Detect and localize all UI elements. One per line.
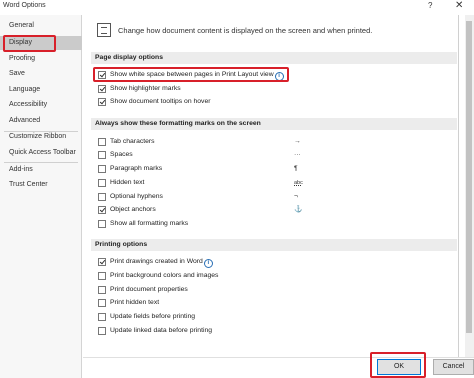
option-label: Print drawings created in Word [110, 258, 203, 265]
checkbox[interactable] [98, 220, 106, 228]
option-label: Update fields before printing [110, 313, 196, 320]
sidebar-item-quick-access-toolbar[interactable]: Quick Access Toolbar [0, 146, 82, 160]
sidebar-item-language[interactable]: Language [0, 83, 82, 97]
scrollbar-thumb[interactable] [466, 21, 472, 333]
sidebar-item-proofing[interactable]: Proofing [0, 52, 82, 66]
panel-divider [458, 15, 459, 357]
close-button[interactable]: ✕ [455, 0, 463, 11]
sidebar-item-save[interactable]: Save [0, 67, 82, 81]
option-label: Hidden text [110, 179, 145, 186]
sidebar-item-general[interactable]: General [0, 19, 82, 33]
checkbox[interactable] [98, 258, 106, 266]
option-label: Spaces [110, 151, 133, 158]
sidebar: General Display Proofing Save Language A… [0, 15, 82, 378]
checkbox[interactable] [98, 327, 106, 335]
sidebar-item-trust-center[interactable]: Trust Center [0, 178, 82, 192]
option-label: Update linked data before printing [110, 327, 213, 334]
option-label: Tab characters [110, 138, 155, 145]
ok-highlight-box [370, 352, 426, 378]
checkbox[interactable] [98, 179, 106, 187]
display-highlight-box [3, 35, 56, 52]
sidebar-item-customize-ribbon[interactable]: Customize Ribbon [0, 130, 82, 144]
checkbox[interactable] [98, 286, 106, 294]
checkbox[interactable] [98, 151, 106, 159]
page-description: Change how document content is displayed… [118, 26, 373, 35]
checkbox[interactable] [98, 98, 106, 106]
option-label: Show highlighter marks [110, 85, 181, 92]
checkbox[interactable] [98, 138, 106, 146]
sidebar-item-add-ins[interactable]: Add-ins [0, 163, 82, 177]
sidebar-item-advanced[interactable]: Advanced [0, 114, 82, 128]
checkbox[interactable] [98, 85, 106, 93]
info-icon[interactable]: i [203, 259, 213, 268]
checkbox[interactable] [98, 299, 106, 307]
hidden-text-mark-icon: abc [294, 180, 303, 186]
checkbox[interactable] [98, 193, 106, 201]
section-page-display: Page display options [91, 52, 457, 64]
checkbox[interactable] [98, 165, 106, 173]
tab-mark-icon: → [294, 138, 301, 145]
checkbox[interactable] [98, 206, 106, 214]
paragraph-mark-icon: ¶ [294, 165, 298, 172]
section-printing: Printing options [91, 239, 457, 251]
anchor-icon: ⚓ [294, 206, 303, 213]
space-mark-icon: ··· [294, 151, 301, 158]
option-label: Object anchors [110, 206, 156, 213]
cancel-button[interactable]: Cancel [433, 359, 474, 375]
white-space-highlight-box [93, 67, 289, 82]
section-formatting-marks: Always show these formatting marks on th… [91, 118, 457, 130]
title-bar: Word Options ? ✕ [0, 0, 474, 15]
display-icon [97, 23, 111, 37]
option-label: Show document tooltips on hover [110, 98, 211, 105]
option-label: Paragraph marks [110, 165, 163, 172]
option-label: Print hidden text [110, 299, 160, 306]
sidebar-item-accessibility[interactable]: Accessibility [0, 98, 82, 112]
checkbox[interactable] [98, 313, 106, 321]
window-title: Word Options [3, 2, 46, 9]
help-button[interactable]: ? [428, 1, 432, 10]
option-label: Show all formatting marks [110, 220, 189, 227]
option-label: Print background colors and images [110, 272, 219, 279]
checkbox[interactable] [98, 272, 106, 280]
hyphen-mark-icon: ¬ [294, 193, 298, 200]
option-label: Optional hyphens [110, 193, 163, 200]
option-label: Print document properties [110, 286, 188, 293]
